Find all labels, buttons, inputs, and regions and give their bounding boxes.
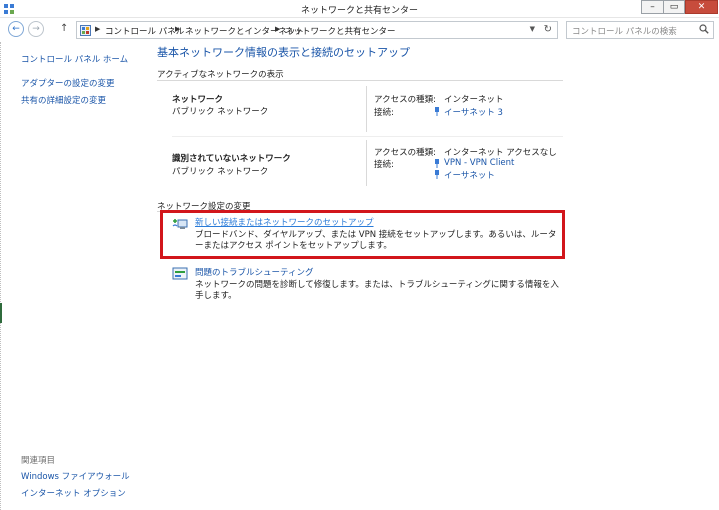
troubleshoot-link[interactable]: 問題のトラブルシューティング xyxy=(195,266,314,278)
close-button[interactable]: ✕ xyxy=(685,0,718,14)
window-title: ネットワークと共有センター xyxy=(300,6,418,16)
search-placeholder: コントロール パネルの検索 xyxy=(572,27,677,37)
connection-label: 接続: xyxy=(374,160,394,170)
control-panel-icon xyxy=(80,25,91,36)
breadcrumb-separator[interactable]: ▶ xyxy=(95,25,100,33)
connection-label: 接続: xyxy=(374,108,394,118)
back-button[interactable]: ← xyxy=(8,21,24,37)
ethernet-icon xyxy=(435,170,439,179)
divider xyxy=(157,80,563,81)
network-type-link[interactable]: パブリック ネットワーク xyxy=(172,165,268,177)
internet-options-link[interactable]: インターネット オプション xyxy=(21,487,126,499)
up-button[interactable]: ↑ xyxy=(60,23,68,34)
connection-link-vpn[interactable]: VPN - VPN Client xyxy=(444,158,514,168)
troubleshoot-description: ネットワークの問題を診断して修復します。または、トラブルシューティングに関する情… xyxy=(195,280,559,301)
network-name: ネットワーク xyxy=(172,95,224,105)
advanced-sharing-link[interactable]: 共有の詳細設定の変更 xyxy=(21,94,106,106)
connection-link-ethernet[interactable]: イーサネット xyxy=(444,169,495,181)
setup-new-connection-link[interactable]: 新しい接続またはネットワークのセットアップ xyxy=(195,216,374,228)
window-edge xyxy=(0,42,1,510)
vpn-icon xyxy=(435,159,439,168)
access-type-value: インターネット アクセスなし xyxy=(444,148,557,158)
access-type-label: アクセスの種類: xyxy=(374,148,436,158)
search-icon[interactable] xyxy=(699,24,709,34)
search-input[interactable]: コントロール パネルの検索 xyxy=(566,21,714,39)
breadcrumb-separator[interactable]: ▶ xyxy=(275,25,280,33)
divider xyxy=(172,136,563,137)
breadcrumb-control-panel[interactable]: コントロール パネル xyxy=(105,25,184,37)
refresh-icon[interactable]: ↻ xyxy=(544,24,552,35)
access-type-label: アクセスの種類: xyxy=(374,95,436,105)
related-heading: 関連項目 xyxy=(21,456,56,466)
network-type-link[interactable]: パブリック ネットワーク xyxy=(172,105,268,117)
windows-firewall-link[interactable]: Windows ファイアウォール xyxy=(21,470,130,482)
forward-button[interactable]: → xyxy=(28,21,44,37)
edge-marker xyxy=(0,303,2,323)
active-networks-header: アクティブなネットワークの表示 xyxy=(157,70,284,80)
divider xyxy=(366,140,367,186)
breadcrumb-separator[interactable]: ▶ xyxy=(175,25,180,33)
address-bar[interactable]: ▶ コントロール パネル ▶ ネットワークとインターネット ▶ ネットワークと共… xyxy=(76,21,558,39)
address-row: ← → ↑ ▶ コントロール パネル ▶ ネットワークとインターネット ▶ ネッ… xyxy=(0,19,719,41)
title-bar: ネットワークと共有センター – ▭ ✕ xyxy=(0,0,719,18)
network-name: 識別されていないネットワーク xyxy=(172,154,291,164)
page-title: 基本ネットワーク情報の表示と接続のセットアップ xyxy=(157,46,410,59)
ethernet-icon xyxy=(435,107,439,116)
control-panel-home-link[interactable]: コントロール パネル ホーム xyxy=(21,53,128,65)
troubleshoot-icon xyxy=(172,267,188,280)
chevron-down-icon[interactable]: ▼ xyxy=(530,25,535,33)
connection-link-ethernet3[interactable]: イーサネット 3 xyxy=(444,106,503,118)
access-type-value: インターネット xyxy=(444,95,504,105)
divider xyxy=(366,86,367,132)
breadcrumb-network-center[interactable]: ネットワークと共有センター xyxy=(285,25,396,37)
adapter-settings-link[interactable]: アダプターの設定の変更 xyxy=(21,77,115,89)
network-setup-icon xyxy=(172,219,188,229)
setup-description: ブロードバンド、ダイヤルアップ、または VPN 接続をセットアップします。あるい… xyxy=(195,230,557,251)
minimize-button[interactable]: – xyxy=(641,0,663,14)
maximize-button[interactable]: ▭ xyxy=(663,0,685,14)
